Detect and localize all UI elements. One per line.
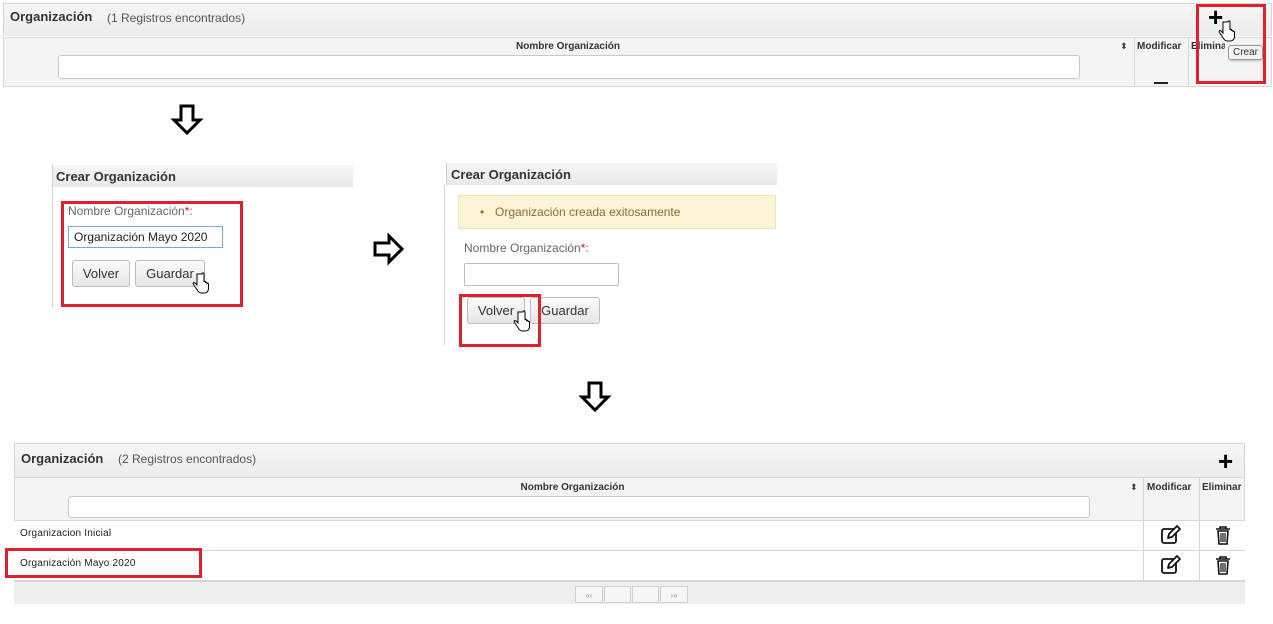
form-border: [52, 187, 53, 307]
sort-icon[interactable]: ⬍: [1120, 41, 1128, 52]
prev-page-button[interactable]: [604, 586, 631, 603]
panel-title: Organización: [21, 451, 104, 466]
column-divider: [1134, 37, 1135, 85]
record-count: (1 Registros encontrados): [107, 11, 246, 25]
alert-bullet: •: [480, 205, 485, 219]
trash-icon[interactable]: [1213, 555, 1233, 575]
edit-icon[interactable]: [1160, 555, 1182, 575]
add-organization-button[interactable]: +: [1218, 448, 1233, 474]
highlight-box: [5, 548, 202, 578]
highlight-box: [459, 294, 541, 347]
field-label-text: Nombre Organización: [464, 241, 581, 255]
arrow-down-icon: [578, 381, 612, 413]
arrow-down-icon: [170, 104, 204, 136]
column-header-name[interactable]: Nombre Organización: [14, 482, 1131, 493]
column-header-modify: Modificar: [1147, 482, 1192, 493]
table-row: [14, 521, 1245, 551]
name-filter-input[interactable]: [58, 55, 1080, 79]
highlight-box: [61, 201, 243, 307]
trash-icon[interactable]: [1213, 525, 1233, 545]
column-header-name[interactable]: Nombre Organización: [3, 41, 1133, 52]
success-message: Organización creada exitosamente: [495, 205, 681, 219]
record-count: (2 Registros encontrados): [118, 452, 257, 466]
next-page-button[interactable]: [632, 586, 659, 603]
edit-icon[interactable]: [1160, 525, 1182, 545]
panel-title: Organización: [10, 9, 93, 24]
highlight-box: [1196, 4, 1266, 84]
column-header-modify: Modificar: [1137, 41, 1182, 52]
field-label: Nombre Organización*:: [464, 241, 589, 255]
form-border: [444, 185, 445, 345]
form-title: Crear Organización: [451, 167, 571, 182]
first-page-button[interactable]: «‹: [575, 586, 603, 603]
column-divider: [1199, 477, 1200, 581]
arrow-right-icon: [373, 232, 405, 266]
label-colon: :: [585, 241, 589, 255]
edit-icon: [1154, 82, 1168, 84]
last-page-button[interactable]: ›»: [660, 586, 688, 603]
form-title: Crear Organización: [56, 169, 176, 184]
organization-name-input[interactable]: [464, 263, 619, 286]
sort-icon[interactable]: ⬍: [1130, 482, 1138, 493]
column-divider: [1188, 37, 1189, 85]
name-filter-input[interactable]: [68, 496, 1090, 518]
column-header-delete: Eliminar: [1202, 482, 1242, 493]
organization-name-cell: Organizacion Inicial: [20, 528, 112, 539]
column-divider: [1143, 477, 1144, 581]
